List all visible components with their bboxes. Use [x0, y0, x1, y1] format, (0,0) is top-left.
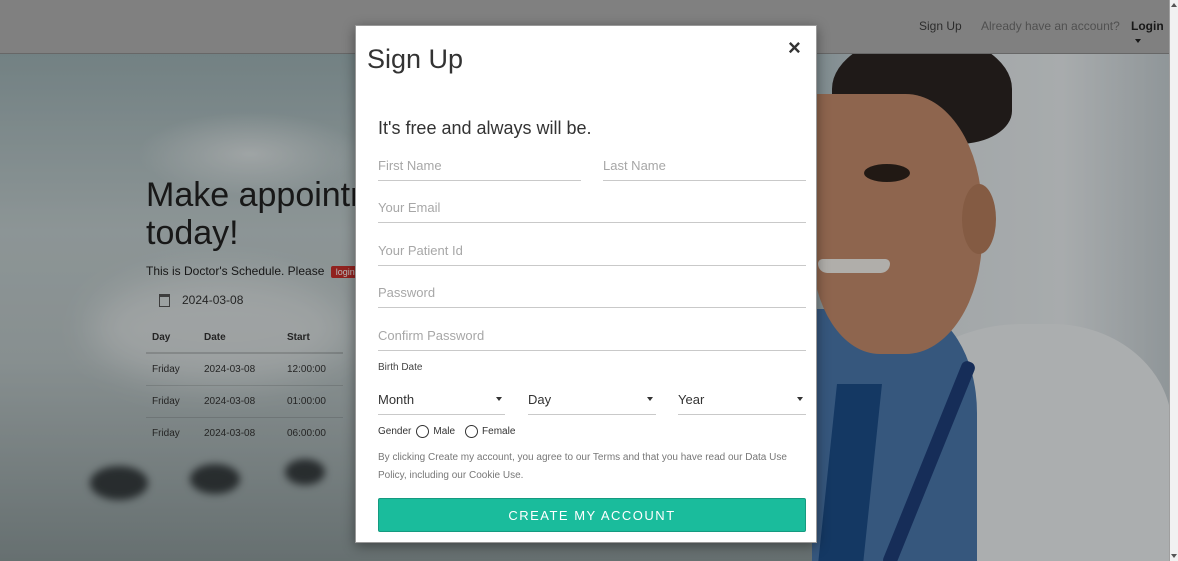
gender-group: Gender Male Female — [378, 425, 515, 438]
modal-tagline: It's free and always will be. — [378, 118, 592, 138]
gender-label: Gender — [378, 426, 412, 437]
male-radio[interactable] — [416, 425, 430, 438]
dropdown-arrow-icon — [496, 397, 502, 401]
signup-modal: Sign Up × It's free and always will be. … — [355, 25, 817, 543]
email-input[interactable] — [378, 199, 806, 215]
year-select[interactable]: Year — [678, 384, 806, 415]
last-name-input[interactable] — [603, 157, 806, 173]
create-account-button[interactable]: CREATE MY ACCOUNT — [378, 498, 806, 532]
password-input[interactable] — [378, 284, 806, 300]
page-scrollbar[interactable] — [1169, 0, 1178, 561]
birth-date-label: Birth Date — [378, 362, 423, 373]
scroll-up-icon[interactable] — [1171, 3, 1177, 7]
female-label[interactable]: Female — [482, 426, 515, 437]
scroll-down-icon[interactable] — [1171, 554, 1177, 558]
terms-text: By clicking Create my account, you agree… — [378, 452, 787, 481]
patient-id-input[interactable] — [378, 242, 806, 258]
modal-title: Sign Up — [367, 44, 464, 74]
last-name-field — [603, 150, 806, 181]
close-icon[interactable]: × — [788, 35, 801, 61]
patient-id-field — [378, 235, 806, 266]
female-radio[interactable] — [465, 425, 479, 438]
password-field — [378, 277, 806, 308]
male-label[interactable]: Male — [433, 426, 455, 437]
confirm-password-field — [378, 320, 806, 351]
confirm-password-input[interactable] — [378, 327, 806, 343]
first-name-input[interactable] — [378, 157, 581, 173]
first-name-field — [378, 150, 581, 181]
email-field — [378, 192, 806, 223]
month-select[interactable]: Month — [378, 384, 505, 415]
dropdown-arrow-icon — [797, 397, 803, 401]
day-select[interactable]: Day — [528, 384, 656, 415]
dropdown-arrow-icon — [647, 397, 653, 401]
